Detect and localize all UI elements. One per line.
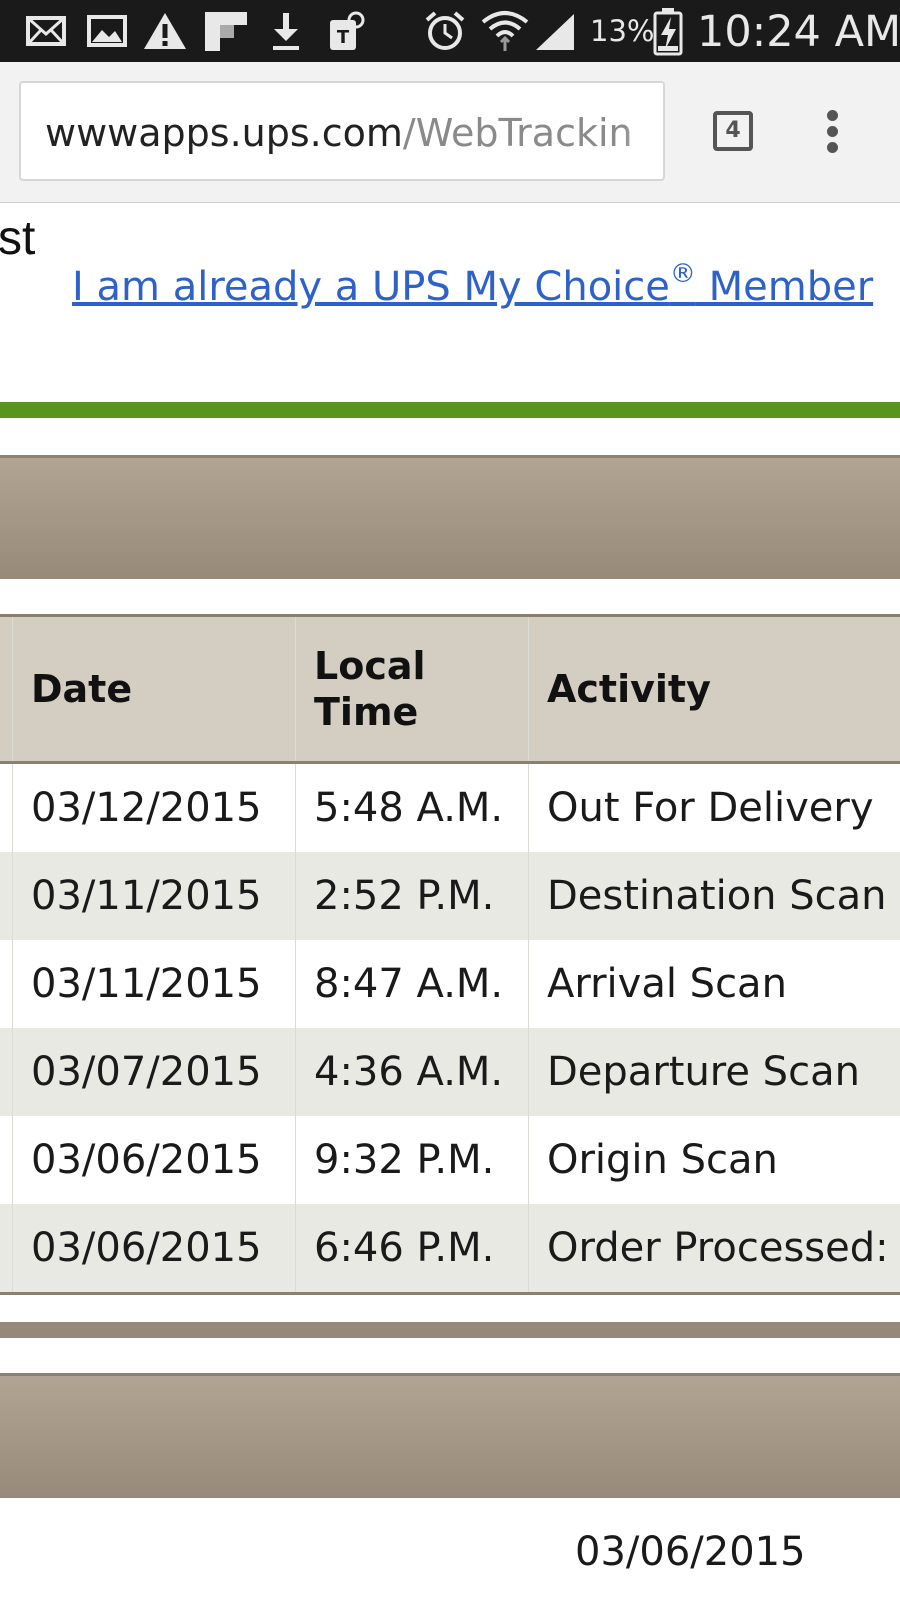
section-divider-strip (0, 1322, 900, 1338)
overflow-menu-icon[interactable] (820, 108, 846, 154)
member-link-prefix: I am already a UPS My Choice (72, 264, 670, 310)
table-edge-cell (0, 940, 13, 1028)
section-header-band (0, 1373, 900, 1498)
local-time-line2: Time (314, 690, 419, 734)
url-fade (623, 83, 663, 179)
tmobile-icon: T (330, 11, 365, 50)
row-activity: Destination Scan (528, 852, 900, 940)
table-edge-cell (0, 1204, 13, 1294)
menu-dot (827, 110, 838, 121)
ups-my-choice-member-link[interactable]: I am already a UPS My Choice® Member (72, 259, 874, 312)
mail-icon (26, 16, 66, 46)
row-activity: Arrival Scan (547, 961, 787, 1007)
column-header-local-time: Local Time (295, 615, 529, 764)
local-time-line1: Local (314, 644, 426, 688)
shipment-date: 03/06/2015 (575, 1529, 806, 1575)
row-time: 2:52 P.M. (295, 852, 529, 940)
flipboard-icon (205, 12, 247, 51)
row-date: 03/07/2015 (12, 1028, 296, 1116)
table-edge-cell (0, 1116, 13, 1204)
section-header-band (0, 455, 900, 579)
clock: 10:24 AM (697, 7, 900, 57)
alarm-icon (425, 11, 465, 50)
green-divider (0, 402, 900, 418)
table-row: 03/11/2015 8:47 A.M. Arrival Scan (0, 940, 900, 1028)
battery-charging-icon (653, 8, 683, 56)
row-activity: Order Processed: (528, 1204, 900, 1294)
row-activity: Departure Scan (528, 1028, 900, 1116)
table-row: 03/06/2015 9:32 P.M. Origin Scan (0, 1116, 900, 1204)
wifi-icon (481, 11, 529, 51)
table-edge-cell (0, 1028, 13, 1116)
table-row: 03/12/2015 5:48 A.M. Out For Delivery (0, 762, 900, 852)
table-row: 03/11/2015 2:52 P.M. Destination Scan (0, 852, 900, 940)
battery-percentage: 13% (590, 14, 655, 48)
shipment-progress-table: Date Local Time Activity 03/12/2015 5:48 … (0, 614, 900, 1295)
download-icon (273, 13, 299, 50)
table-header-row: Date Local Time Activity (0, 615, 900, 764)
url-path: /WebTrackin (402, 111, 633, 155)
tab-switcher-button[interactable]: 4 (713, 111, 753, 151)
page-title-fragment: st (0, 212, 36, 265)
table-edge-cell (0, 852, 13, 940)
signal-icon (536, 14, 574, 50)
menu-dot (827, 126, 838, 137)
row-time: 9:32 P.M. (295, 1116, 529, 1204)
registered-mark: ® (669, 259, 696, 289)
row-date: 03/12/2015 (12, 762, 296, 852)
status-bar: T 13% 10:24 AM (0, 0, 900, 62)
url-domain: wwwapps.ups.com (45, 111, 403, 155)
column-header-date: Date (12, 615, 296, 764)
menu-dot (827, 142, 838, 153)
svg-text:T: T (337, 27, 350, 48)
table-row: 03/07/2015 4:36 A.M. Departure Scan (0, 1028, 900, 1116)
row-date: 03/11/2015 (12, 852, 296, 940)
row-time: 6:46 P.M. (295, 1204, 529, 1294)
table-row: 03/06/2015 6:46 P.M. Order Processed: (0, 1204, 900, 1294)
row-time: 5:48 A.M. (295, 762, 529, 852)
row-date: 03/11/2015 (12, 940, 296, 1028)
table-edge-cell (0, 762, 13, 852)
row-time: 8:47 A.M. (295, 940, 529, 1028)
row-activity: Out For Delivery (547, 785, 874, 831)
row-activity: Origin Scan (547, 1137, 778, 1183)
row-date: 03/06/2015 (12, 1116, 296, 1204)
url-text[interactable]: wwwapps.ups.com/WebTrackin (45, 111, 633, 155)
warning-icon (144, 13, 186, 49)
member-link-suffix: Member (695, 264, 874, 310)
table-edge-cell (0, 615, 13, 764)
row-date: 03/06/2015 (12, 1204, 296, 1294)
url-bar[interactable]: wwwapps.ups.com/WebTrackin (19, 81, 665, 181)
browser-toolbar: wwwapps.ups.com/WebTrackin (0, 62, 900, 203)
image-icon (87, 15, 127, 47)
row-time: 4:36 A.M. (295, 1028, 529, 1116)
column-header-activity: Activity (528, 615, 900, 764)
